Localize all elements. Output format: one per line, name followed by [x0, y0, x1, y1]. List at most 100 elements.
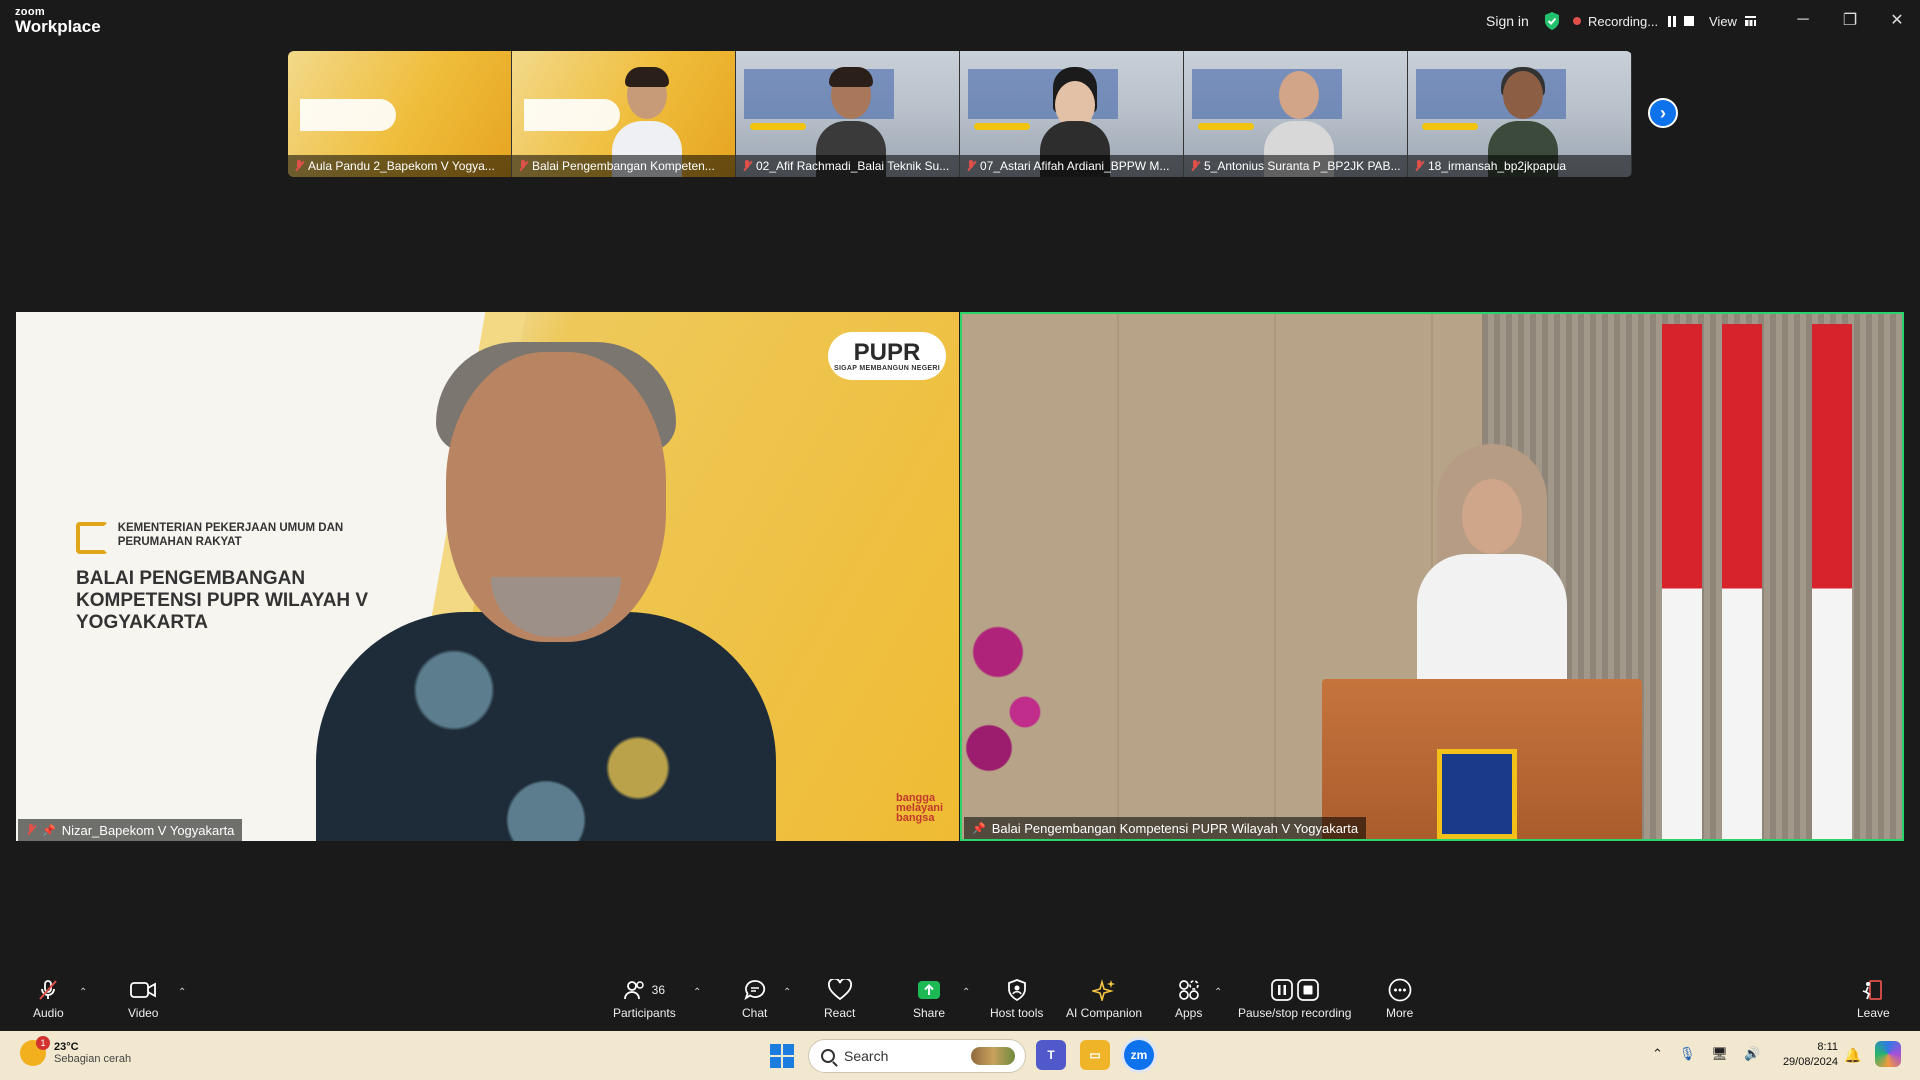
- flag-graphic: [1812, 324, 1852, 839]
- leave-label: Leave: [1857, 1006, 1890, 1020]
- video-button[interactable]: Video: [128, 979, 158, 1020]
- host-tools-label: Host tools: [990, 1006, 1044, 1020]
- close-button[interactable]: ✕: [1882, 8, 1912, 32]
- leave-button[interactable]: Leave: [1857, 979, 1890, 1020]
- meeting-toolbar: Audio ⌃ Video ⌃ 36 Participants ⌃ Chat ⌃…: [0, 973, 1920, 1031]
- ai-sparkle-icon: [1092, 979, 1116, 1001]
- participant-thumbnail[interactable]: 07_Astari Afifah Ardiani_BPPW M...: [960, 51, 1184, 177]
- weather-badge: 1: [36, 1036, 50, 1050]
- more-button[interactable]: More: [1386, 978, 1413, 1020]
- pause-stop-label: Pause/stop recording: [1238, 1006, 1352, 1020]
- host-tools-button[interactable]: Host tools: [990, 979, 1043, 1020]
- react-button[interactable]: React: [824, 979, 855, 1020]
- gallery-view-icon: [1744, 16, 1756, 26]
- participant-thumbnail[interactable]: 02_Afif Rachmadi_Balai Teknik Su...: [736, 51, 960, 177]
- participant-name-bar: 07_Astari Afifah Ardiani_BPPW M...: [960, 155, 1183, 177]
- pause-stop-recording-button[interactable]: Pause/stop recording: [1238, 979, 1351, 1020]
- gallery-strip: Aula Pandu 2_Bapekom V Yogya... Balai Pe…: [288, 51, 1632, 177]
- file-explorer-icon[interactable]: ▭: [1080, 1040, 1110, 1070]
- participant-name: 07_Astari Afifah Ardiani_BPPW M...: [980, 159, 1170, 173]
- apps-button[interactable]: Apps: [1175, 979, 1202, 1020]
- sign-in-button[interactable]: Sign in: [1486, 10, 1529, 32]
- participants-count: 36: [651, 983, 666, 997]
- pause-recording-icon[interactable]: [1668, 15, 1677, 27]
- mic-muted-icon: [26, 824, 36, 836]
- video-options-chevron-up-icon[interactable]: ⌃: [178, 987, 186, 998]
- search-icon: [821, 1049, 835, 1063]
- leave-door-icon: [1863, 980, 1883, 1000]
- recording-indicator[interactable]: Recording...: [1573, 10, 1695, 32]
- taskbar-clock[interactable]: 8:11 29/08/2024: [1778, 1040, 1838, 1070]
- chat-options-chevron-up-icon[interactable]: ⌃: [783, 987, 791, 998]
- pin-icon: 📌: [972, 822, 986, 835]
- ai-companion-label: AI Companion: [1066, 1006, 1143, 1020]
- video-tile-right[interactable]: 📌 Balai Pengembangan Kompetensi PUPR Wil…: [960, 312, 1904, 841]
- taskbar-search-box[interactable]: Search: [808, 1039, 1026, 1073]
- teams-app-icon[interactable]: T: [1036, 1040, 1066, 1070]
- podium-logo-icon: [1437, 749, 1517, 839]
- mic-muted-icon: [294, 160, 304, 172]
- share-options-chevron-up-icon[interactable]: ⌃: [962, 987, 970, 998]
- video-label: Video: [128, 1006, 159, 1020]
- restore-button[interactable]: ❐: [1835, 8, 1865, 32]
- notification-bell-icon[interactable]: 🔔: [1844, 1047, 1861, 1064]
- participant-name: 18_irmansah_bp2jkpapua: [1428, 159, 1567, 173]
- video-camera-icon: [130, 982, 157, 998]
- encryption-shield-icon[interactable]: [1543, 11, 1561, 31]
- participant-name-bar: 5_Antonius Suranta P_BP2JK PAB...: [1184, 155, 1407, 177]
- chat-button[interactable]: Chat: [742, 979, 767, 1020]
- bangga-melayani-logo: bangga melayani bangsa: [896, 792, 944, 824]
- chat-bubble-icon: [744, 980, 765, 1001]
- network-icon[interactable]: 🖥: [1711, 1046, 1728, 1062]
- next-page-button[interactable]: ›: [1648, 98, 1678, 128]
- ai-companion-button[interactable]: AI Companion: [1066, 979, 1142, 1020]
- pin-icon: 📌: [42, 824, 56, 837]
- pause-icon: [1270, 979, 1293, 1001]
- shield-icon: [1007, 979, 1026, 1001]
- audio-label: Audio: [33, 1006, 64, 1020]
- minimize-button[interactable]: ─: [1788, 8, 1818, 32]
- pupr-logo-text: PUPR: [853, 338, 921, 366]
- apps-grid-icon: [1178, 980, 1199, 1000]
- video-tile-left[interactable]: KEMENTERIAN PEKERJAAN UMUM DAN PERUMAHAN…: [16, 312, 959, 841]
- participant-name: Aula Pandu 2_Bapekom V Yogya...: [308, 159, 495, 173]
- microphone-icon[interactable]: 🎙: [1679, 1046, 1696, 1062]
- slide-graphic: [300, 99, 396, 131]
- view-button[interactable]: View: [1709, 10, 1756, 32]
- audio-button[interactable]: Audio: [33, 979, 64, 1020]
- share-button[interactable]: Share: [913, 979, 945, 1020]
- audio-options-chevron-up-icon[interactable]: ⌃: [79, 987, 87, 998]
- volume-icon[interactable]: 🔊: [1744, 1046, 1760, 1062]
- apps-options-chevron-up-icon[interactable]: ⌃: [1214, 987, 1222, 998]
- share-screen-icon: [918, 981, 941, 999]
- chat-label: Chat: [742, 1006, 768, 1020]
- windows-start-icon[interactable]: [770, 1044, 794, 1068]
- heart-icon: [827, 979, 852, 1001]
- participants-button[interactable]: 36 Participants: [613, 979, 676, 1020]
- weather-widget[interactable]: 1 23°C Sebagian cerah: [20, 1036, 131, 1066]
- participants-label: Participants: [613, 1006, 676, 1020]
- flag-graphic: [1722, 324, 1762, 839]
- system-tray: ⌃ 🎙 🖥 🔊: [1652, 1046, 1760, 1062]
- stop-recording-icon[interactable]: [1684, 16, 1695, 26]
- participant-name: Nizar_Bapekom V Yogyakarta: [61, 822, 235, 838]
- participant-thumbnail[interactable]: 5_Antonius Suranta P_BP2JK PAB...: [1184, 51, 1408, 177]
- zoom-app-icon[interactable]: zm: [1124, 1040, 1154, 1070]
- tray-chevron-up-icon[interactable]: ⌃: [1652, 1046, 1663, 1062]
- copilot-icon[interactable]: [1875, 1041, 1901, 1067]
- participant-thumbnail[interactable]: Balai Pengembangan Kompeten...: [512, 51, 736, 177]
- pupr-tagline: SIGAP MEMBANGUN NEGERI: [833, 364, 941, 372]
- share-label: Share: [913, 1006, 946, 1020]
- mic-muted-icon: [966, 160, 976, 172]
- clock-time: 8:11: [1817, 1041, 1838, 1053]
- participants-options-chevron-up-icon[interactable]: ⌃: [693, 987, 701, 998]
- apps-label: Apps: [1175, 1006, 1203, 1020]
- podium: [1322, 679, 1642, 839]
- title-bar: zoom Workplace Sign in Recording... View…: [0, 0, 1920, 44]
- participant-name: 02_Afif Rachmadi_Balai Teknik Su...: [756, 159, 950, 173]
- weather-temperature: 23°C: [54, 1041, 79, 1053]
- participant-thumbnail[interactable]: 18_irmansah_bp2jkpapua: [1408, 51, 1632, 177]
- slide-graphic: [524, 99, 620, 131]
- participant-name: 5_Antonius Suranta P_BP2JK PAB...: [1204, 159, 1401, 173]
- participant-thumbnail[interactable]: Aula Pandu 2_Bapekom V Yogya...: [288, 51, 512, 177]
